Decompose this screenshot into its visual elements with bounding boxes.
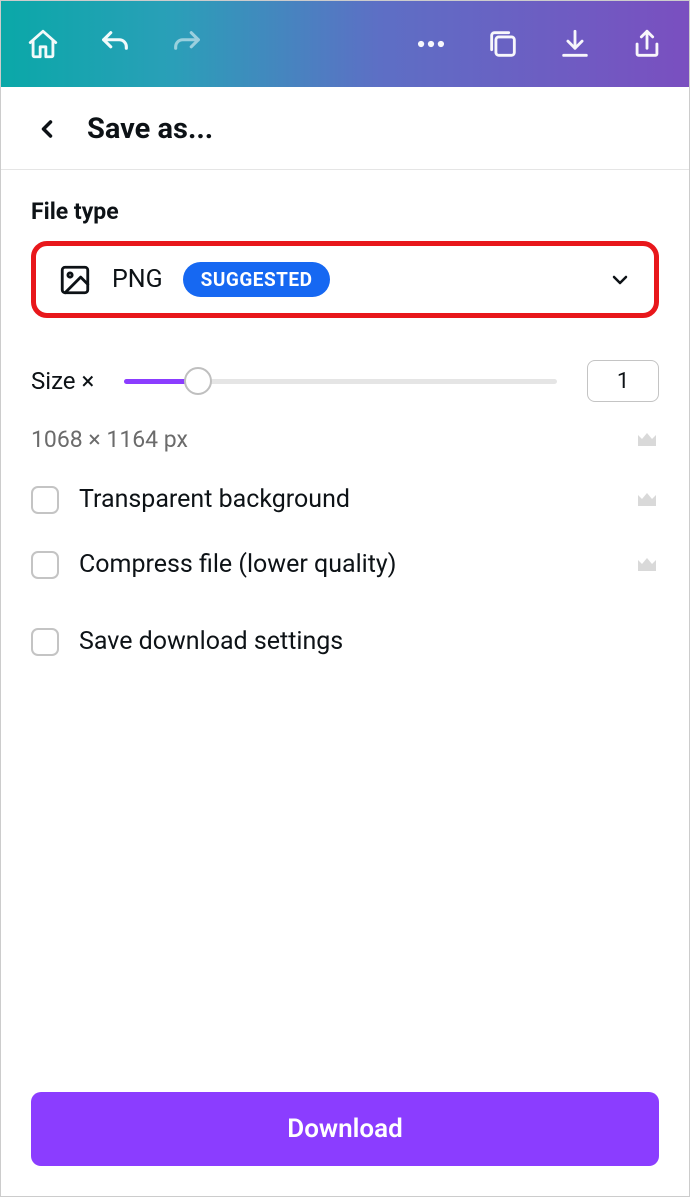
suggested-badge: SUGGESTED bbox=[183, 262, 331, 297]
save-settings-label: Save download settings bbox=[79, 627, 659, 656]
download-button[interactable]: Download bbox=[31, 1092, 659, 1166]
compress-checkbox[interactable] bbox=[31, 551, 59, 579]
compress-option: Compress file (lower quality) bbox=[31, 550, 659, 579]
undo-icon bbox=[98, 27, 132, 61]
file-type-select[interactable]: PNG SUGGESTED bbox=[31, 241, 659, 318]
app-top-bar bbox=[1, 1, 689, 87]
transparent-label: Transparent background bbox=[79, 485, 615, 514]
crown-icon bbox=[635, 428, 659, 452]
download-icon-button[interactable] bbox=[551, 20, 599, 68]
panel-header: Save as... bbox=[1, 87, 689, 170]
home-icon bbox=[26, 27, 60, 61]
crown-icon bbox=[635, 553, 659, 577]
dimensions-text: 1068 × 1164 px bbox=[31, 426, 188, 453]
share-button[interactable] bbox=[623, 20, 671, 68]
chevron-down-icon bbox=[608, 268, 632, 292]
file-type-name: PNG bbox=[112, 265, 163, 294]
file-type-label: File type bbox=[31, 198, 659, 225]
size-input[interactable] bbox=[587, 360, 659, 402]
size-label: Size × bbox=[31, 367, 94, 395]
undo-button[interactable] bbox=[91, 20, 139, 68]
more-button[interactable] bbox=[407, 20, 455, 68]
back-button[interactable] bbox=[29, 111, 65, 147]
pages-button[interactable] bbox=[479, 20, 527, 68]
redo-button[interactable] bbox=[163, 20, 211, 68]
save-as-panel: Save as... File type PNG SUGGESTED Size … bbox=[1, 87, 689, 1196]
transparent-checkbox[interactable] bbox=[31, 486, 59, 514]
save-settings-option: Save download settings bbox=[31, 627, 659, 656]
more-icon bbox=[414, 27, 448, 61]
transparent-bg-option: Transparent background bbox=[31, 485, 659, 514]
home-button[interactable] bbox=[19, 20, 67, 68]
size-slider[interactable] bbox=[124, 366, 557, 396]
image-icon bbox=[58, 263, 92, 297]
chevron-left-icon bbox=[33, 115, 61, 143]
save-settings-checkbox[interactable] bbox=[31, 628, 59, 656]
download-icon bbox=[558, 27, 592, 61]
panel-body: File type PNG SUGGESTED Size × 1068 × 11… bbox=[1, 170, 689, 1196]
pages-icon bbox=[486, 27, 520, 61]
slider-thumb[interactable] bbox=[184, 367, 212, 395]
crown-icon bbox=[635, 488, 659, 512]
dimensions-row: 1068 × 1164 px bbox=[31, 426, 659, 453]
redo-icon bbox=[170, 27, 204, 61]
share-icon bbox=[630, 27, 664, 61]
size-row: Size × bbox=[31, 360, 659, 402]
compress-label: Compress file (lower quality) bbox=[79, 550, 615, 579]
panel-title: Save as... bbox=[87, 112, 213, 146]
